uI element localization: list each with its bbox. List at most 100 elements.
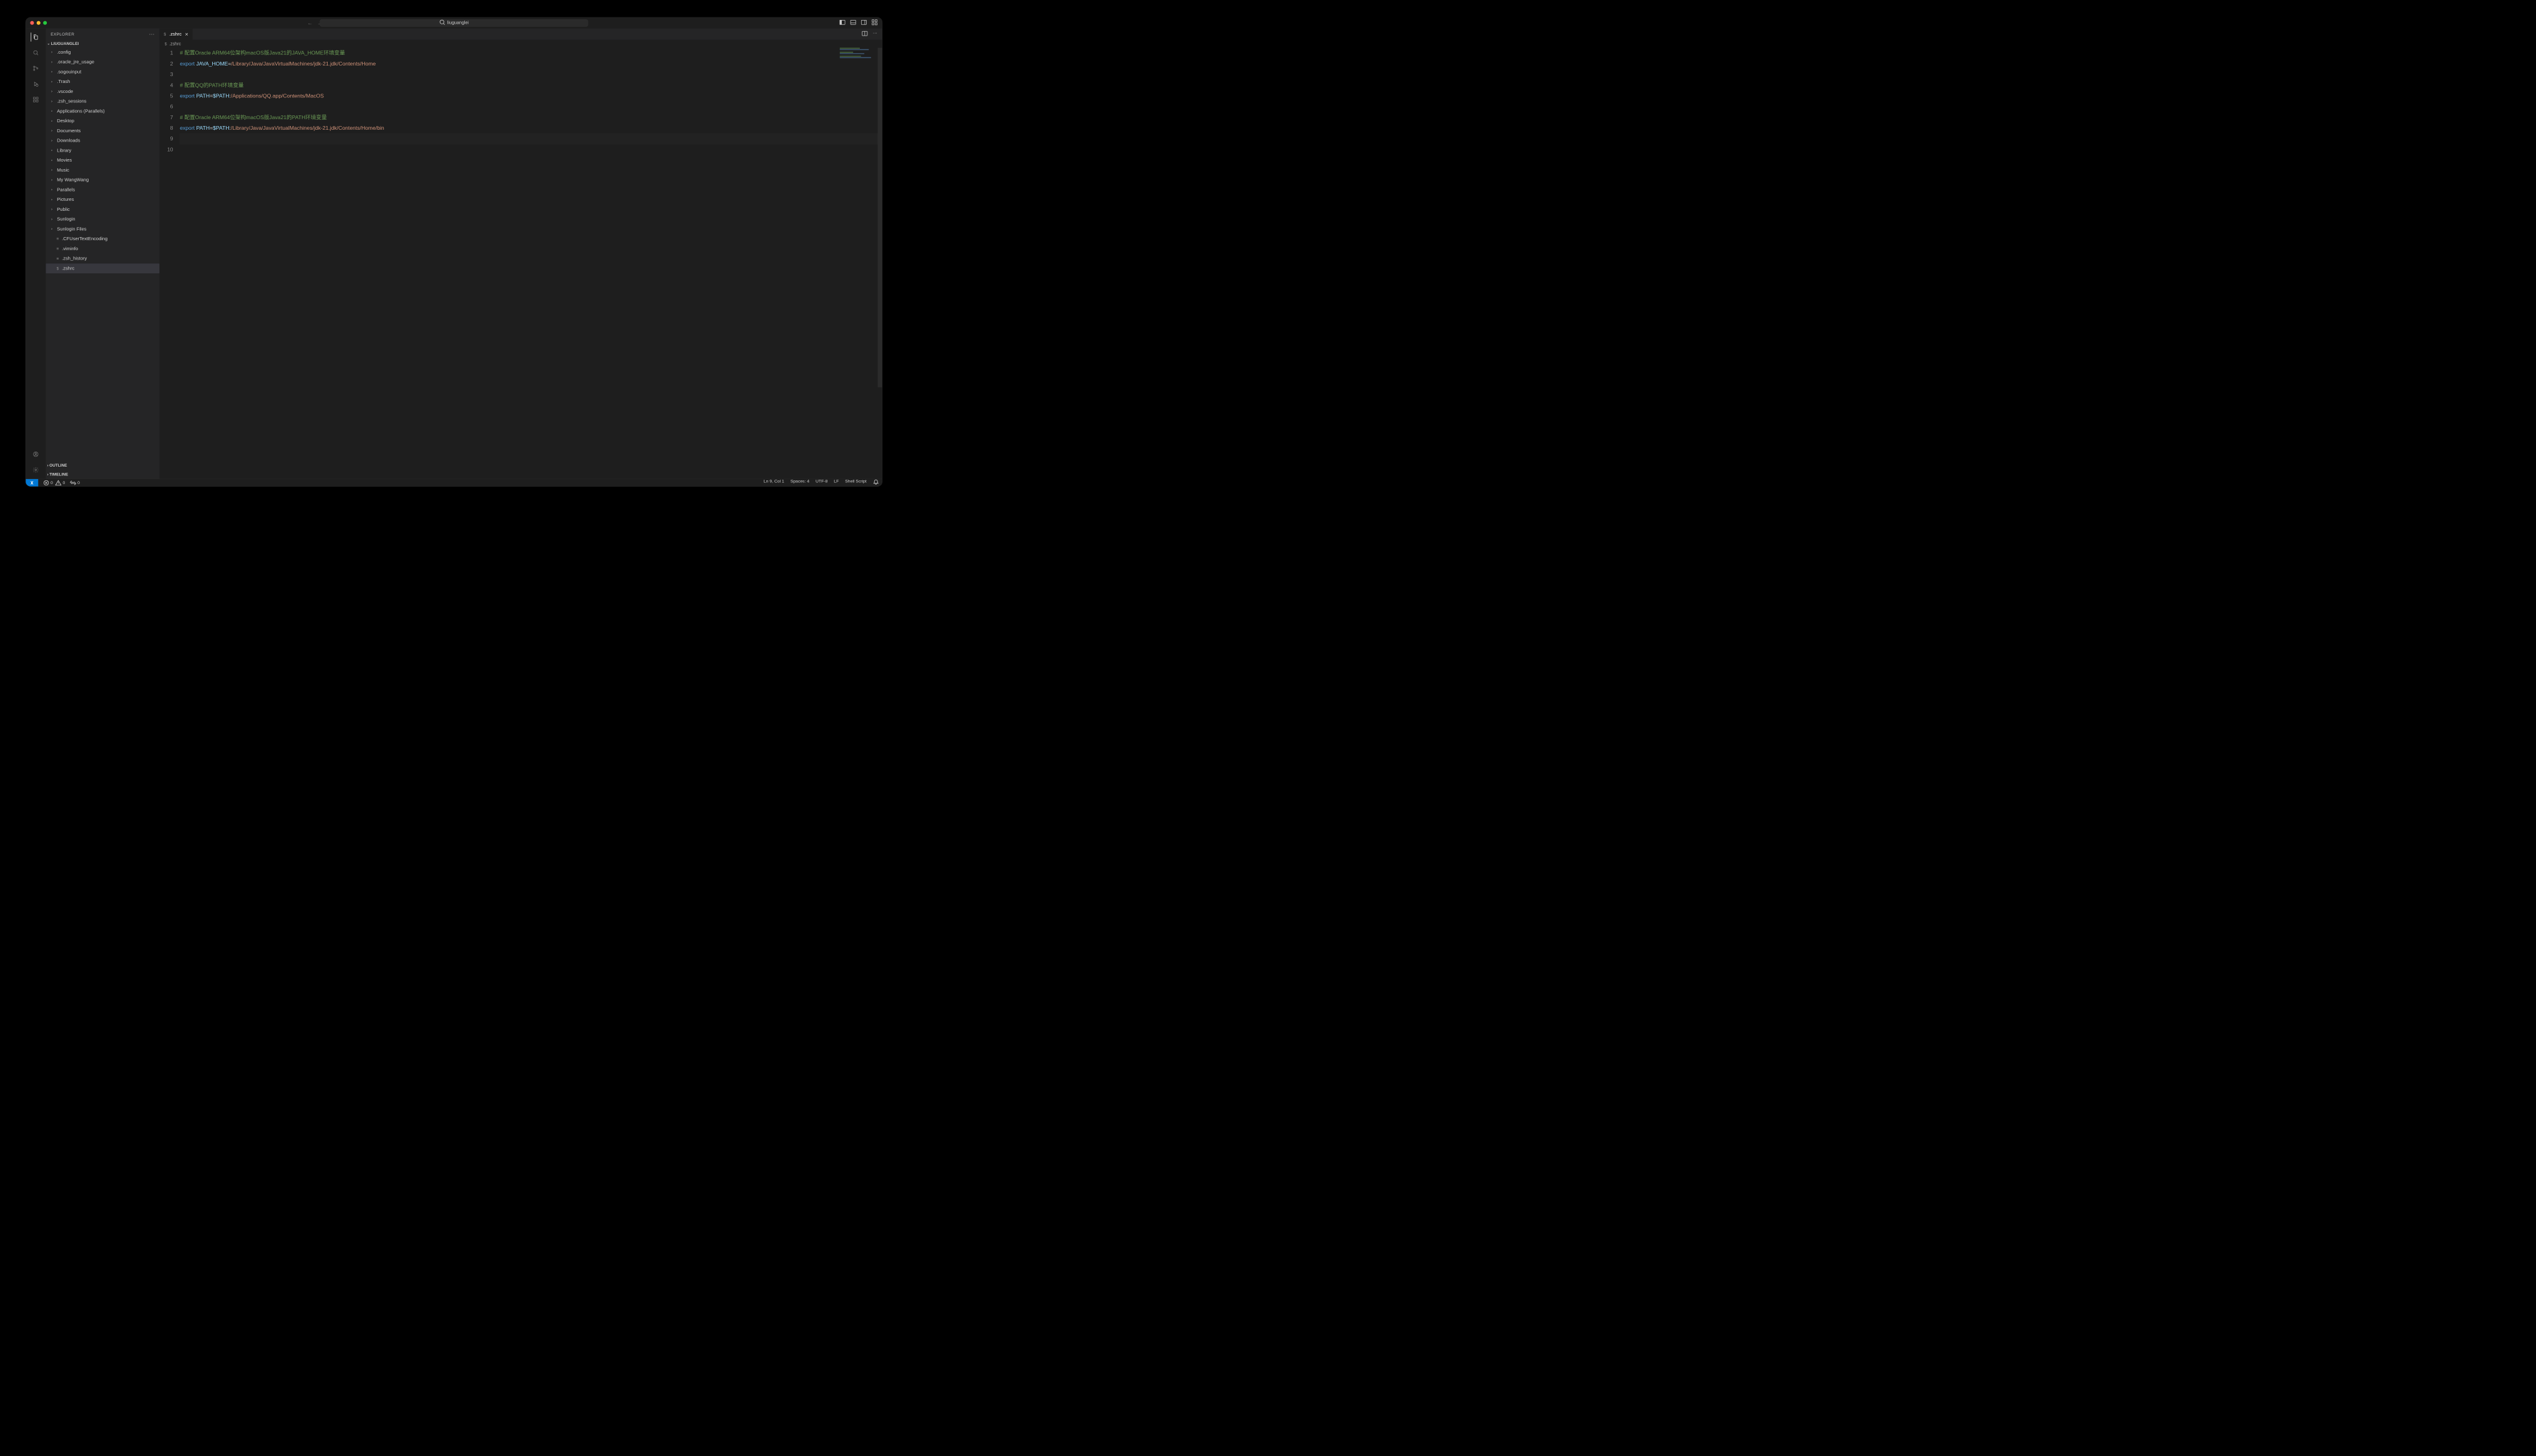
folder-item[interactable]: ›.config — [46, 47, 159, 57]
status-bar: 0 0 0 Ln 9, Col 1 Spaces: 4 UTF-8 LF She… — [26, 479, 882, 487]
chevron-right-icon: › — [51, 188, 55, 192]
explorer-header: EXPLORER ··· — [46, 29, 159, 40]
search-activity-icon[interactable] — [31, 48, 40, 57]
chevron-right-icon: › — [51, 178, 55, 182]
minimize-window-button[interactable] — [37, 21, 41, 25]
chevron-right-icon: › — [51, 51, 55, 54]
maximize-window-button[interactable] — [43, 21, 47, 25]
source-control-icon[interactable] — [31, 64, 40, 72]
layout-panel-icon[interactable] — [850, 19, 856, 27]
file-item[interactable]: $.zshrc — [46, 263, 159, 273]
folder-item[interactable]: ›Downloads — [46, 136, 159, 146]
chevron-right-icon: › — [51, 198, 55, 201]
tree-item-label: Documents — [57, 128, 80, 133]
code-line[interactable] — [180, 69, 877, 80]
chevron-right-icon: › — [51, 90, 55, 94]
chevron-right-icon: › — [51, 148, 55, 152]
layout-sidebar-left-icon[interactable] — [839, 19, 846, 27]
code-content[interactable]: # 配置Oracle ARM64位架构macOS版Java21的JAVA_HOM… — [180, 48, 882, 479]
tree-item-label: .sogouinput — [57, 69, 81, 75]
folder-item[interactable]: ›Applications (Parallels) — [46, 106, 159, 116]
folder-item[interactable]: ›.vscode — [46, 87, 159, 97]
code-line[interactable]: # 配置QQ的PATH环境变量 — [180, 80, 877, 90]
close-window-button[interactable] — [30, 21, 34, 25]
accounts-icon[interactable] — [31, 450, 40, 459]
folder-item[interactable]: ›Parallels — [46, 185, 159, 195]
code-line[interactable]: export PATH=$PATH:/Library/Java/JavaVirt… — [180, 123, 877, 133]
more-actions-icon[interactable]: ··· — [873, 31, 877, 38]
folder-item[interactable]: ›Music — [46, 165, 159, 175]
timeline-section[interactable]: › TIMELINE — [46, 470, 159, 478]
chevron-right-icon: › — [51, 80, 55, 84]
folder-item[interactable]: ›My WangWang — [46, 175, 159, 185]
folder-item[interactable]: ›Movies — [46, 155, 159, 165]
minimap[interactable] — [840, 48, 875, 68]
split-editor-icon[interactable] — [862, 31, 868, 38]
outline-section[interactable]: › OUTLINE — [46, 461, 159, 470]
chevron-down-icon: ⌄ — [47, 41, 51, 46]
code-line[interactable] — [180, 144, 877, 155]
extensions-icon[interactable] — [31, 95, 40, 104]
file-tree[interactable]: ›.config›.oracle_jre_usage›.sogouinput›.… — [46, 47, 159, 461]
folder-item[interactable]: ›.sogouinput — [46, 67, 159, 77]
chevron-right-icon: › — [51, 138, 55, 142]
folder-item[interactable]: ›Sunlogin — [46, 215, 159, 225]
workspace-name: LIUGUANGLEI — [51, 41, 79, 46]
file-item[interactable]: ≡.viminfo — [46, 244, 159, 254]
close-tab-icon[interactable]: ✕ — [185, 31, 188, 37]
explorer-more-icon[interactable]: ··· — [149, 31, 155, 37]
chevron-right-icon: › — [51, 119, 55, 123]
tree-item-label: .oracle_jre_usage — [57, 59, 94, 65]
tree-item-label: Movies — [57, 158, 72, 163]
traffic-lights — [30, 21, 47, 25]
settings-gear-icon[interactable] — [31, 465, 40, 474]
folder-item[interactable]: ›.zsh_sessions — [46, 97, 159, 107]
indentation-status[interactable]: Spaces: 4 — [791, 479, 809, 487]
breadcrumb[interactable]: $ .zshrc — [160, 40, 882, 48]
tab-zshrc[interactable]: $ .zshrc ✕ — [160, 29, 193, 40]
explorer-title: EXPLORER — [51, 32, 74, 37]
workspace-header[interactable]: ⌄ LIUGUANGLEI — [46, 40, 159, 47]
editor-scrollbar[interactable] — [878, 48, 882, 479]
notifications-icon[interactable] — [873, 479, 879, 487]
encoding-status[interactable]: UTF-8 — [816, 479, 827, 487]
folder-item[interactable]: ›Pictures — [46, 195, 159, 205]
line-number: 5 — [160, 90, 173, 101]
eol-status[interactable]: LF — [834, 479, 839, 487]
remote-indicator[interactable] — [26, 479, 38, 487]
chevron-right-icon: › — [51, 70, 55, 74]
ports-status[interactable]: 0 — [70, 480, 80, 486]
tree-item-label: Music — [57, 168, 69, 173]
folder-item[interactable]: ›Documents — [46, 126, 159, 136]
folder-item[interactable]: ›Desktop — [46, 116, 159, 126]
folder-item[interactable]: ›.Trash — [46, 77, 159, 87]
code-line[interactable]: export PATH=$PATH:/Applications/QQ.app/C… — [180, 90, 877, 101]
code-line[interactable] — [180, 102, 877, 112]
explorer-icon[interactable] — [31, 32, 40, 41]
file-item[interactable]: ≡.zsh_history — [46, 254, 159, 264]
folder-item[interactable]: ›Library — [46, 145, 159, 155]
folder-item[interactable]: ›.oracle_jre_usage — [46, 57, 159, 67]
code-line[interactable]: export JAVA_HOME=/Library/Java/JavaVirtu… — [180, 59, 877, 69]
command-center[interactable]: liuguanglei — [320, 19, 588, 26]
layout-sidebar-right-icon[interactable] — [861, 19, 867, 27]
tab-bar: $ .zshrc ✕ ··· — [160, 29, 882, 40]
code-editor[interactable]: 12345678910 # 配置Oracle ARM64位架构macOS版Jav… — [160, 48, 882, 479]
folder-item[interactable]: ›Sunlogin Files — [46, 224, 159, 234]
code-line[interactable]: # 配置Oracle ARM64位架构macOS版Java21的JAVA_HOM… — [180, 48, 877, 59]
tree-item-label: Sunlogin — [57, 216, 75, 222]
line-number: 10 — [160, 144, 173, 155]
tree-item-label: .zsh_sessions — [57, 99, 86, 104]
file-item[interactable]: ≡.CFUserTextEncoding — [46, 234, 159, 244]
code-line[interactable] — [180, 133, 877, 144]
code-line[interactable]: # 配置Oracle ARM64位架构macOS版Java21的PATH环境变量 — [180, 112, 877, 123]
chevron-right-icon: › — [47, 463, 49, 468]
command-center-text: liuguanglei — [447, 21, 469, 26]
cursor-position[interactable]: Ln 9, Col 1 — [764, 479, 784, 487]
run-debug-icon[interactable] — [31, 79, 40, 88]
customize-layout-icon[interactable] — [872, 19, 878, 27]
problems-status[interactable]: 0 0 — [43, 480, 65, 486]
folder-item[interactable]: ›Public — [46, 205, 159, 215]
language-mode[interactable]: Shell Script — [845, 479, 866, 487]
nav-back-icon[interactable]: ← — [307, 20, 313, 26]
